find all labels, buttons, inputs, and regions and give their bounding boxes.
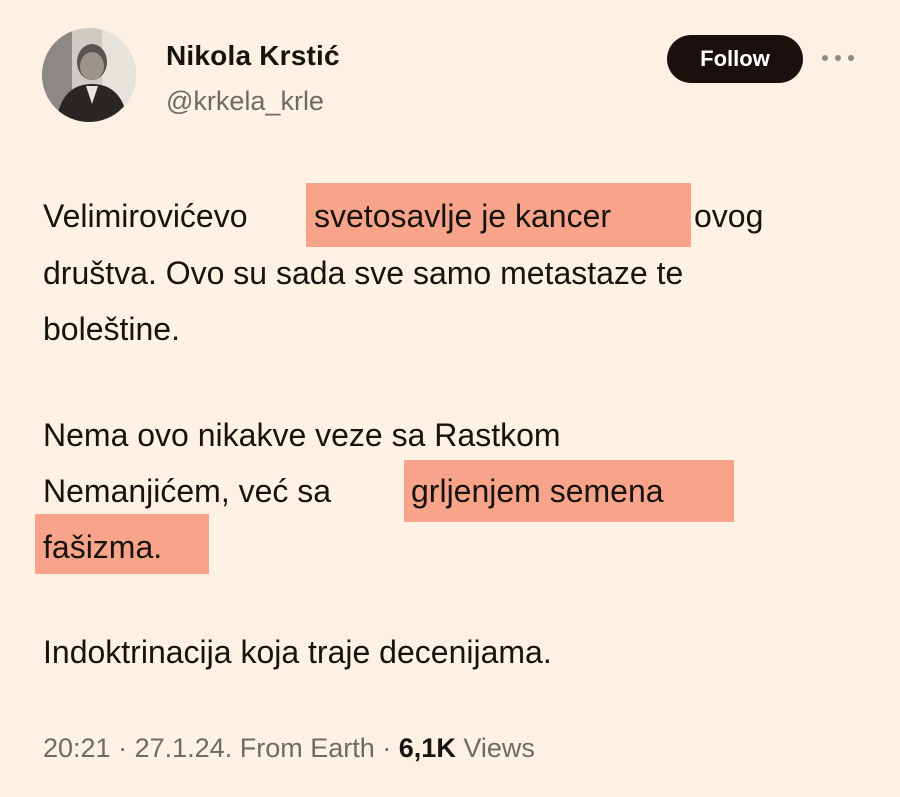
author-handle[interactable]: @krkela_krle	[166, 86, 324, 117]
follow-button[interactable]: Follow	[667, 35, 803, 83]
views-label: Views	[463, 733, 535, 763]
separator: ·	[118, 733, 128, 763]
tweet-card: Nikola Krstić @krkela_krle Follow Velimi…	[0, 0, 900, 797]
avatar-photo	[42, 28, 136, 122]
tweet-text-highlighted: svetosavlje je kancer	[314, 198, 612, 234]
tweet-text-line: boleštine.	[43, 311, 180, 347]
dot	[848, 55, 854, 61]
tweet-date[interactable]: 27.1.24.	[135, 733, 233, 763]
avatar[interactable]	[42, 28, 136, 122]
separator: ·	[382, 733, 392, 763]
tweet-text-segment: ovog	[694, 198, 764, 234]
tweet-text-highlighted: grljenjem semena	[411, 473, 664, 509]
tweet-text-segment: Nemanjićem, već sa	[43, 473, 332, 509]
tweet-text-line: društva. Ovo su sada sve samo metastaze …	[43, 255, 684, 291]
tweet-text-highlighted: fašizma.	[43, 529, 163, 565]
tweet-meta: 20:21 · 27.1.24. From Earth · 6,1K Views	[43, 733, 535, 764]
more-horizontal-icon[interactable]	[822, 48, 854, 68]
tweet-text-line: Nema ovo nikakve veze sa Rastkom	[43, 417, 561, 453]
views-count[interactable]: 6,1K	[399, 733, 456, 763]
dot	[835, 55, 841, 61]
tweet-text-line: Indoktrinacija koja traje decenijama.	[43, 634, 552, 670]
tweet-time[interactable]: 20:21	[43, 733, 111, 763]
tweet-source: From Earth	[239, 733, 375, 763]
tweet-text-segment: Velimirovićevo	[43, 198, 248, 234]
dot	[822, 55, 828, 61]
author-name[interactable]: Nikola Krstić	[166, 40, 340, 72]
